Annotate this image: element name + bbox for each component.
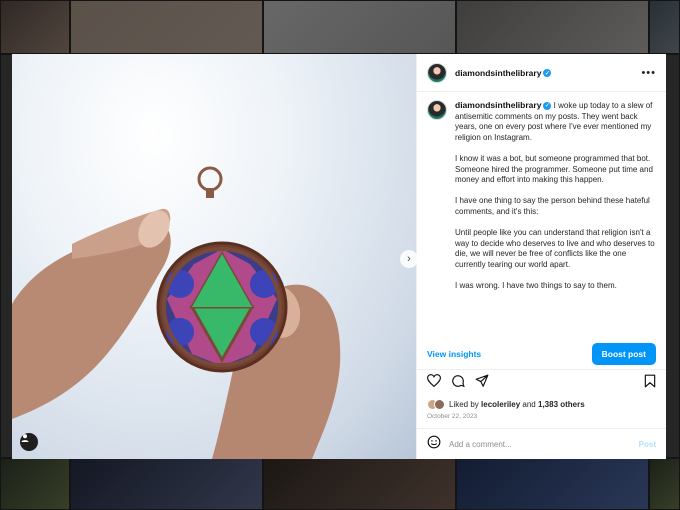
verified-badge-icon: ✓ (543, 69, 552, 78)
boost-post-button[interactable]: Boost post (591, 342, 656, 365)
action-bar (417, 370, 666, 396)
post-date[interactable]: October 22, 2023 (417, 412, 666, 429)
share-icon[interactable] (475, 374, 489, 393)
likes-others-link[interactable]: 1,383 others (538, 400, 585, 409)
pendant-photo-illustration (12, 166, 341, 459)
avatar[interactable] (427, 62, 447, 83)
view-insights-link[interactable]: View insights (427, 349, 481, 359)
emoji-icon[interactable] (427, 435, 441, 454)
post-photo[interactable] (12, 54, 416, 459)
caption-paragraph: Until people like you can understand tha… (455, 228, 655, 269)
likes-prefix: Liked by (449, 399, 479, 409)
liker-username[interactable]: lecoleriley (481, 400, 520, 409)
verified-badge-icon: ✓ (543, 101, 552, 110)
comment-input[interactable]: Add a comment... (449, 440, 639, 449)
caption-section[interactable]: diamondsinthelibrary ✓ I woke up today to… (417, 92, 666, 338)
post-comment-button[interactable]: Post (639, 440, 656, 449)
likes-and: and (522, 399, 536, 409)
insights-bar: View insights Boost post (417, 338, 666, 370)
avatar[interactable] (427, 100, 447, 120)
more-options-icon[interactable]: ••• (641, 67, 656, 79)
caption-paragraph: I know it was a bot, but someone program… (455, 153, 653, 185)
post-author-username[interactable]: diamondsinthelibrary ✓ (455, 68, 552, 78)
caption-paragraph: I have one thing to say the person behin… (455, 196, 650, 216)
heart-icon[interactable] (426, 374, 442, 392)
user-tag-icon[interactable] (20, 433, 38, 451)
likes-summary[interactable]: Liked by lecoleriley and 1,383 others (417, 396, 666, 412)
bookmark-icon[interactable] (644, 374, 656, 393)
liker-avatar (434, 398, 445, 410)
chevron-right-icon[interactable]: › (400, 250, 418, 268)
caption-text: diamondsinthelibrary ✓ I woke up today to… (455, 100, 656, 338)
comment-bar: Add a comment... Post (417, 429, 666, 459)
post-modal: › diamondsinthelibrary ✓ ••• diamondsinth… (12, 54, 666, 459)
caption-paragraph: I was wrong. I have two things to say to… (455, 281, 617, 291)
comment-icon[interactable] (451, 374, 465, 393)
caption-username[interactable]: diamondsinthelibrary (455, 100, 541, 110)
post-header: diamondsinthelibrary ✓ ••• (417, 54, 666, 92)
post-sidebar: diamondsinthelibrary ✓ ••• diamondsinthel… (416, 54, 666, 459)
